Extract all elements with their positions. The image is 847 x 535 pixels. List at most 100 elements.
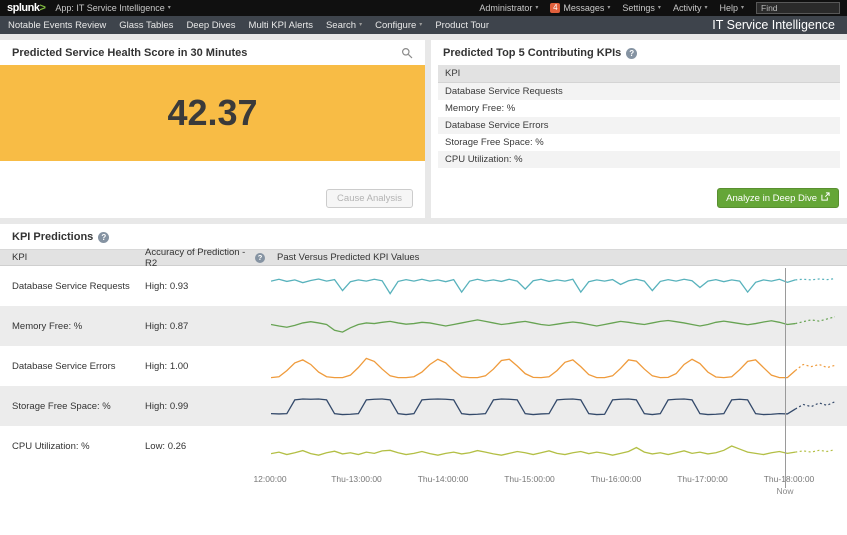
column-header-values: Past Versus Predicted KPI Values	[277, 252, 420, 263]
help-menu-label: Help	[719, 3, 738, 13]
kpi-list-item[interactable]: Memory Free: %	[438, 100, 840, 117]
info-icon[interactable]: ?	[626, 47, 638, 59]
panel-title: Predicted Service Health Score in 30 Min…	[12, 47, 248, 59]
nav-item-label: Product Tour	[435, 19, 490, 31]
kpi-chart-cell	[265, 306, 847, 346]
external-link-icon	[821, 192, 830, 204]
settings-menu-label: Settings	[622, 3, 655, 13]
time-axis: 12:00:00 Thu-13:00:00 Thu-14:00:00 Thu-1…	[0, 466, 847, 500]
chevron-down-icon: ▾	[607, 5, 611, 11]
nav-item-deep-dives[interactable]: Deep Dives	[186, 20, 235, 31]
column-header-kpi: KPI	[12, 252, 28, 263]
chevron-down-icon: ▾	[704, 5, 708, 11]
chevron-down-icon: ▾	[740, 5, 744, 11]
kpi-name: CPU Utilization: %	[12, 440, 90, 452]
kpi-list-rows: Database Service Requests Memory Free: %…	[438, 83, 840, 168]
health-score-panel: Predicted Service Health Score in 30 Min…	[0, 40, 425, 218]
kpi-sparkline	[271, 388, 835, 424]
kpi-predictions-panel: KPI Predictions ? KPI Accuracy of Predic…	[0, 224, 847, 535]
nav-item-label: Deep Dives	[186, 19, 236, 31]
contributing-panel-title-row: Predicted Top 5 Contributing KPIs ?	[431, 40, 847, 65]
find-input[interactable]	[756, 2, 840, 14]
chevron-down-icon: ▾	[359, 22, 363, 28]
logo-caret-glyph: >	[39, 2, 46, 14]
activity-menu-label: Activity	[672, 3, 702, 13]
panel-title: KPI Predictions	[12, 231, 94, 243]
kpi-list-header: KPI	[438, 65, 840, 83]
activity-menu[interactable]: Activity ▾	[673, 3, 708, 13]
nav-item-configure[interactable]: Configure ▾	[375, 20, 422, 31]
kpi-name: Database Service Errors	[12, 360, 116, 372]
nav-item-label: Notable Events Review	[8, 19, 107, 31]
axis-tick: Thu-13:00:00	[331, 474, 382, 484]
kpi-sparkline	[271, 308, 835, 344]
nav-item-label: Glass Tables	[119, 19, 174, 31]
kpi-chart-cell	[265, 266, 847, 306]
nav-item-label: Multi KPI Alerts	[248, 19, 313, 31]
nav-item-notable-events-review[interactable]: Notable Events Review	[8, 20, 106, 31]
contributing-kpi-list: KPI Database Service Requests Memory Fre…	[438, 65, 840, 168]
logo-text: splunk	[7, 2, 40, 14]
kpi-table-rows: Database Service Requests High: 0.93 Mem…	[0, 266, 847, 466]
axis-tick: Thu-15:00:00	[504, 474, 555, 484]
kpi-table-row: Database Service Errors High: 1.00	[0, 346, 847, 386]
kpi-name: Storage Free Space: %	[12, 400, 111, 412]
axis-tick: Thu-18:00:00	[763, 474, 815, 484]
kpi-sparkline	[271, 268, 835, 304]
panel-title: Predicted Top 5 Contributing KPIs	[443, 47, 622, 59]
top-row: Predicted Service Health Score in 30 Min…	[0, 40, 847, 218]
analyze-in-deep-dive-button[interactable]: Analyze in Deep Dive	[717, 188, 839, 208]
topbar-right: Administrator ▾ 4 Messages ▾ Settings ▾ …	[479, 2, 840, 14]
user-menu-label: Administrator	[479, 3, 533, 13]
splunk-logo[interactable]: splunk>	[7, 2, 46, 14]
kpi-sparkline	[271, 348, 835, 384]
user-menu[interactable]: Administrator ▾	[479, 3, 538, 13]
kpi-accuracy: High: 1.00	[145, 360, 189, 372]
now-line	[785, 268, 786, 488]
analyze-row: Analyze in Deep Dive	[431, 188, 847, 219]
kpi-accuracy: Low: 0.26	[145, 440, 187, 452]
chevron-down-icon: ▾	[535, 5, 539, 11]
kpi-chart-cell	[265, 426, 847, 466]
topbar: splunk> App: IT Service Intelligence ▾ A…	[0, 0, 847, 16]
axis-tick: Thu-17:00:00	[677, 474, 728, 484]
kpi-name: Memory Free: %	[12, 320, 83, 332]
nav-item-product-tour[interactable]: Product Tour	[435, 20, 489, 31]
messages-menu-label: Messages	[563, 3, 605, 13]
nav-item-label: Configure	[375, 19, 417, 31]
kpi-list-item[interactable]: Storage Free Space: %	[438, 134, 840, 151]
nav-item-multi-kpi-alerts[interactable]: Multi KPI Alerts	[249, 20, 313, 31]
kpi-list-item[interactable]: CPU Utilization: %	[438, 151, 840, 168]
kpi-list-item[interactable]: Database Service Requests	[438, 83, 840, 100]
search-icon[interactable]	[401, 47, 413, 59]
chevron-down-icon: ▾	[167, 5, 171, 11]
help-menu[interactable]: Help ▾	[719, 3, 744, 13]
app-menu-label: App: IT Service Intelligence	[55, 3, 165, 13]
kpi-list-item[interactable]: Database Service Errors	[438, 117, 840, 134]
messages-count-badge: 4	[550, 3, 561, 13]
kpi-accuracy: High: 0.87	[145, 320, 189, 332]
nav-item-search[interactable]: Search ▾	[326, 20, 362, 31]
messages-menu[interactable]: 4 Messages ▾	[550, 3, 610, 13]
health-score-value: 42.37	[167, 92, 258, 133]
chevron-down-icon: ▾	[419, 22, 423, 28]
kpi-sparkline	[271, 428, 835, 464]
dashboard-body: Predicted Service Health Score in 30 Min…	[0, 34, 847, 535]
kpi-chart-cell	[265, 386, 847, 426]
kpi-accuracy: High: 0.93	[145, 280, 189, 292]
app-menu[interactable]: App: IT Service Intelligence ▾	[55, 3, 170, 13]
kpi-table-row: CPU Utilization: % Low: 0.26	[0, 426, 847, 466]
settings-menu[interactable]: Settings ▾	[622, 3, 661, 13]
analyze-button-label: Analyze in Deep Dive	[726, 192, 817, 204]
axis-tick: Thu-14:00:00	[417, 474, 469, 484]
cause-analysis-button[interactable]: Cause Analysis	[326, 189, 413, 208]
kpi-table-row: Storage Free Space: % High: 0.99	[0, 386, 847, 426]
kpi-table-row: Database Service Requests High: 0.93	[0, 266, 847, 306]
kpi-predictions-title-row: KPI Predictions ?	[0, 224, 847, 249]
axis-tick: 12:00:00	[253, 474, 287, 484]
info-icon[interactable]: ?	[98, 231, 110, 243]
cause-analysis-row: Cause Analysis	[0, 188, 425, 218]
nav-item-glass-tables[interactable]: Glass Tables	[119, 20, 173, 31]
info-icon[interactable]: ?	[255, 252, 265, 263]
chevron-down-icon: ▾	[657, 5, 661, 11]
